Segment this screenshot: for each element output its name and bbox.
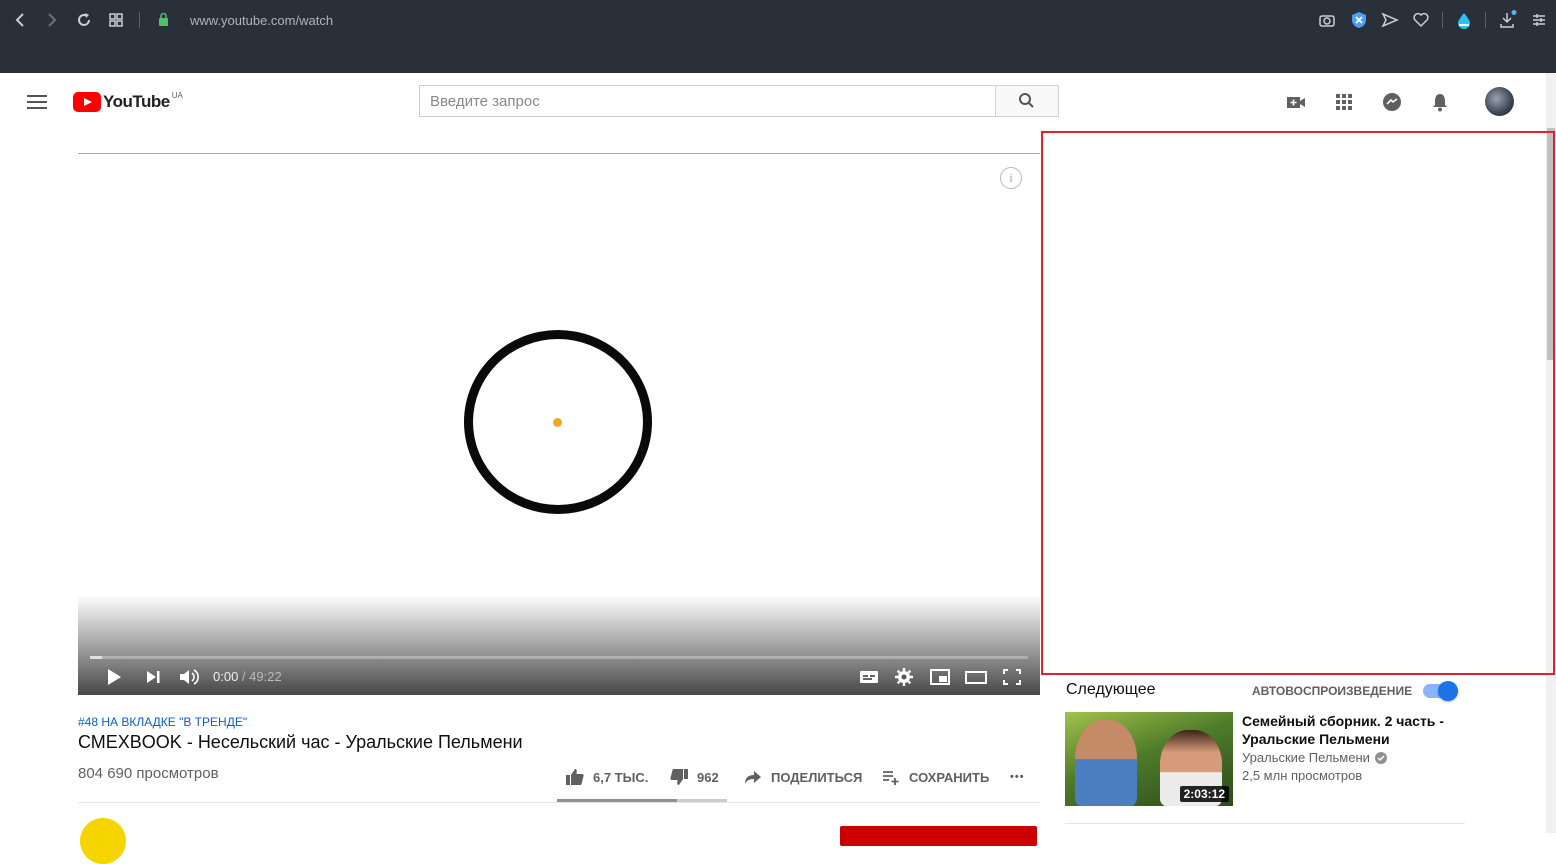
up-next-label: Следующее xyxy=(1066,681,1156,698)
account-avatar[interactable] xyxy=(1485,87,1514,116)
autoplay-toggle[interactable] xyxy=(1423,681,1458,701)
volume-icon[interactable] xyxy=(177,666,201,688)
recommended-video-title[interactable]: Семейный сборник. 2 часть - Уральские Пе… xyxy=(1242,712,1452,748)
camera-icon[interactable] xyxy=(1317,10,1337,30)
save-button[interactable]: СОХРАНИТЬ xyxy=(881,766,989,788)
seek-bar[interactable] xyxy=(90,656,1028,659)
theater-mode-icon[interactable] xyxy=(964,666,988,688)
highlighted-ad-area xyxy=(1041,131,1555,675)
time-separator: / xyxy=(238,669,250,684)
channel-name: Уральские Пельмени xyxy=(1242,750,1370,765)
apps-icon[interactable] xyxy=(1333,91,1355,113)
toolbar-separator xyxy=(139,12,140,28)
seek-progress xyxy=(90,656,102,659)
search-input[interactable] xyxy=(420,86,996,116)
guide-menu-icon[interactable] xyxy=(27,95,47,109)
save-label: СОХРАНИТЬ xyxy=(909,769,990,785)
video-frame-dot xyxy=(553,418,562,427)
video-thumbnail[interactable]: 2:03:12 xyxy=(1065,712,1233,806)
search-button[interactable] xyxy=(995,85,1059,117)
verified-icon xyxy=(1374,751,1387,764)
back-icon[interactable] xyxy=(10,10,30,30)
play-icon[interactable] xyxy=(102,666,126,688)
recommended-channel[interactable]: Уральские Пельмени xyxy=(1242,750,1388,765)
thumbs-down-icon xyxy=(670,769,688,785)
search-icon xyxy=(1019,93,1034,108)
recommended-views: 2,5 млн просмотров xyxy=(1242,768,1363,783)
grid-icon[interactable] xyxy=(106,10,126,30)
toolbar-separator xyxy=(1442,12,1443,28)
create-video-icon[interactable] xyxy=(1285,91,1307,113)
drop-icon[interactable] xyxy=(1454,10,1474,30)
youtube-logo[interactable]: YouTube UA xyxy=(73,90,183,112)
more-actions-button[interactable]: ••• xyxy=(1010,766,1025,788)
subscribe-button[interactable] xyxy=(840,826,1037,846)
settings-icon[interactable] xyxy=(892,666,916,688)
next-icon[interactable] xyxy=(142,666,166,688)
dislike-button[interactable]: 962 xyxy=(669,766,719,788)
add-to-playlist-icon xyxy=(883,771,899,785)
video-duration-badge: 2:03:12 xyxy=(1179,786,1229,802)
heart-icon[interactable] xyxy=(1411,10,1431,30)
notifications-icon[interactable] xyxy=(1429,91,1451,113)
info-icon[interactable]: i xyxy=(1000,167,1022,189)
like-button[interactable]: 6,7 ТЫС. xyxy=(565,766,648,788)
video-title: СМЕХBOOK - Несельский час - Уральские Пе… xyxy=(78,732,523,752)
share-label: ПОДЕЛИТЬСЯ xyxy=(771,769,863,785)
toggle-knob xyxy=(1438,681,1458,701)
thumbs-up-icon xyxy=(566,769,584,785)
miniplayer-icon[interactable] xyxy=(928,666,952,688)
share-button[interactable]: ПОДЕЛИТЬСЯ xyxy=(743,766,862,788)
view-count: 804 690 просмотров xyxy=(78,765,219,782)
like-count: 6,7 ТЫС. xyxy=(593,769,649,785)
thumbnail-person xyxy=(1075,720,1137,806)
video-player[interactable]: i 0:00 / 49:22 xyxy=(78,154,1040,695)
time-display: 0:00 / 49:22 xyxy=(213,669,282,684)
messages-icon[interactable] xyxy=(1381,91,1403,113)
browser-toolbar: www.youtube.com/watch xyxy=(0,0,1556,73)
toolbar-separator xyxy=(1485,12,1486,28)
lock-icon xyxy=(159,13,168,26)
autoplay-label: АВТОВОСПРОИЗВЕДЕНИЕ xyxy=(1252,684,1413,698)
youtube-play-icon xyxy=(73,92,101,112)
send-icon[interactable] xyxy=(1380,10,1400,30)
reload-icon[interactable] xyxy=(74,10,94,30)
address-bar[interactable]: www.youtube.com/watch xyxy=(190,13,333,28)
download-icon[interactable] xyxy=(1497,10,1517,30)
fullscreen-icon[interactable] xyxy=(1000,666,1024,688)
channel-avatar[interactable] xyxy=(80,818,126,864)
info-divider xyxy=(78,802,1040,803)
search-box xyxy=(419,85,996,117)
recommendation-divider xyxy=(1065,823,1465,824)
forward-icon[interactable] xyxy=(42,10,62,30)
shield-icon[interactable] xyxy=(1349,10,1369,30)
share-icon xyxy=(745,771,761,784)
logo-region: UA xyxy=(171,90,183,100)
duration: 49:22 xyxy=(249,669,282,684)
menu-icon[interactable] xyxy=(1529,10,1549,30)
trending-badge[interactable]: #48 НА ВКЛАДКЕ "В ТРЕНДЕ" xyxy=(78,715,247,729)
dislike-count: 962 xyxy=(697,769,719,785)
more-icon: ••• xyxy=(1010,771,1025,783)
youtube-header: YouTube UA xyxy=(0,73,1546,130)
logo-text: YouTube xyxy=(103,92,170,111)
subtitles-icon[interactable] xyxy=(857,666,881,688)
current-time: 0:00 xyxy=(213,669,239,684)
